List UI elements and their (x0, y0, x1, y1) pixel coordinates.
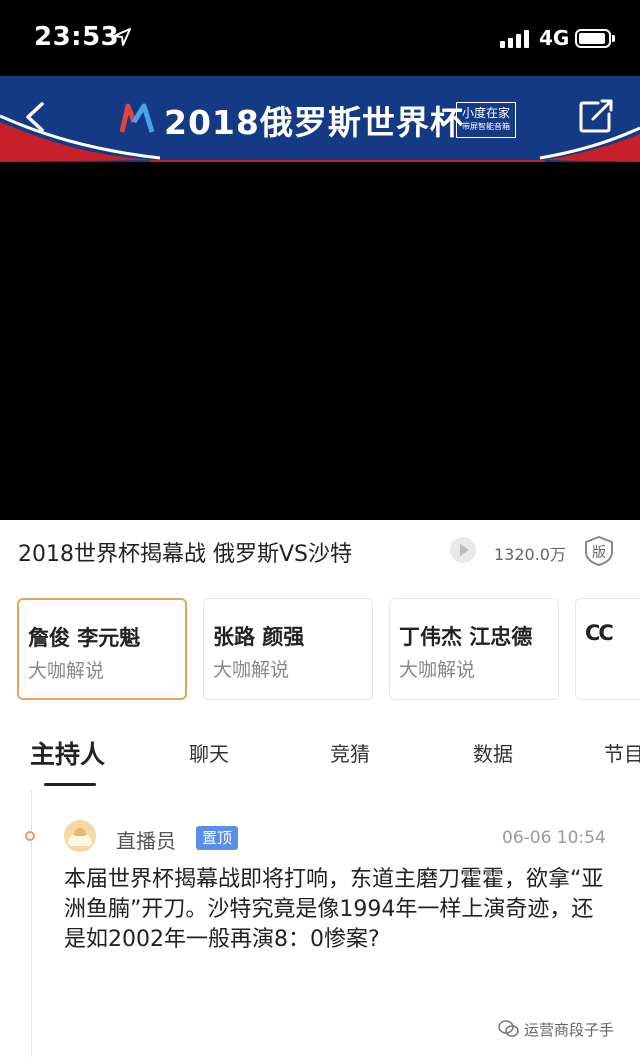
partner-badge[interactable]: 小度在家 带屏智能音箱 (456, 102, 516, 138)
tab-data[interactable]: 数据 (473, 738, 513, 767)
post-timestamp: 06-06 10:54 (502, 828, 606, 848)
pinned-badge: 置顶 (196, 826, 239, 850)
tab-bar: 主持人 聊天 竞猜 数据 节目 (0, 720, 640, 790)
commentator-names: 詹俊 李元魁 (28, 626, 141, 650)
location-arrow-icon (113, 28, 131, 46)
tab-host[interactable]: 主持人 (30, 735, 105, 771)
commentator-subtitle: 大咖解说 (28, 660, 105, 682)
share-icon[interactable] (578, 98, 614, 134)
brand-logo-icon (120, 103, 155, 133)
commentator-card[interactable]: CC (575, 598, 640, 700)
copyright-badge-text: 版 (592, 545, 606, 561)
battery-icon (575, 29, 615, 48)
status-time: 23:53 (34, 22, 120, 52)
timeline-line (31, 790, 32, 1057)
active-tab-indicator (44, 783, 96, 786)
view-count: 1320.0万 (494, 545, 566, 564)
watermark-text: 运营商段子手 (524, 1021, 615, 1039)
network-type: 4G (539, 26, 570, 50)
match-info-row: 2018世界杯揭幕战 俄罗斯VS沙特 1320.0万 版 (0, 520, 640, 584)
commentator-subtitle: 大咖解说 (399, 659, 476, 681)
tab-quiz[interactable]: 竞猜 (330, 738, 370, 767)
copyright-shield-icon[interactable]: 版 (584, 535, 614, 567)
post-text: 本届世界杯揭幕战即将打响，东道主磨刀霍霍，欲拿“亚洲鱼腩”开刀。沙特究竟是像19… (64, 867, 604, 952)
commentator-card[interactable]: 丁伟杰 江忠德 大咖解说 (389, 598, 559, 700)
commentator-names: 张路 颜强 (213, 625, 305, 649)
wechat-icon (498, 1020, 519, 1037)
avatar (64, 820, 96, 852)
page-title: 2018俄罗斯世界杯 (164, 103, 464, 142)
commentator-names: 丁伟杰 江忠德 (399, 625, 533, 649)
tab-chat[interactable]: 聊天 (189, 738, 229, 767)
status-bar: 23:53 4G (0, 0, 640, 76)
tab-program[interactable]: 节目 (604, 738, 640, 767)
commentator-selector: 詹俊 李元魁 大咖解说 张路 颜强 大咖解说 丁伟杰 江忠德 大咖解说 CC (0, 598, 640, 702)
match-title: 2018世界杯揭幕战 俄罗斯VS沙特 (18, 542, 352, 567)
video-player[interactable] (0, 162, 640, 520)
commentator-subtitle: 大咖解说 (213, 659, 290, 681)
commentator-names: CC (585, 621, 614, 645)
post-author: 直播员 (116, 829, 176, 853)
partner-name: 小度在家 (461, 106, 510, 120)
commentator-card[interactable]: 詹俊 李元魁 大咖解说 (17, 598, 187, 700)
partner-tagline: 带屏智能音箱 (462, 122, 510, 131)
commentator-card[interactable]: 张路 颜强 大咖解说 (203, 598, 373, 700)
back-icon[interactable] (22, 100, 48, 134)
play-count-icon (450, 537, 476, 563)
timeline-dot (25, 831, 35, 841)
header-banner: 2018俄罗斯世界杯 小度在家 带屏智能音箱 (0, 76, 640, 162)
